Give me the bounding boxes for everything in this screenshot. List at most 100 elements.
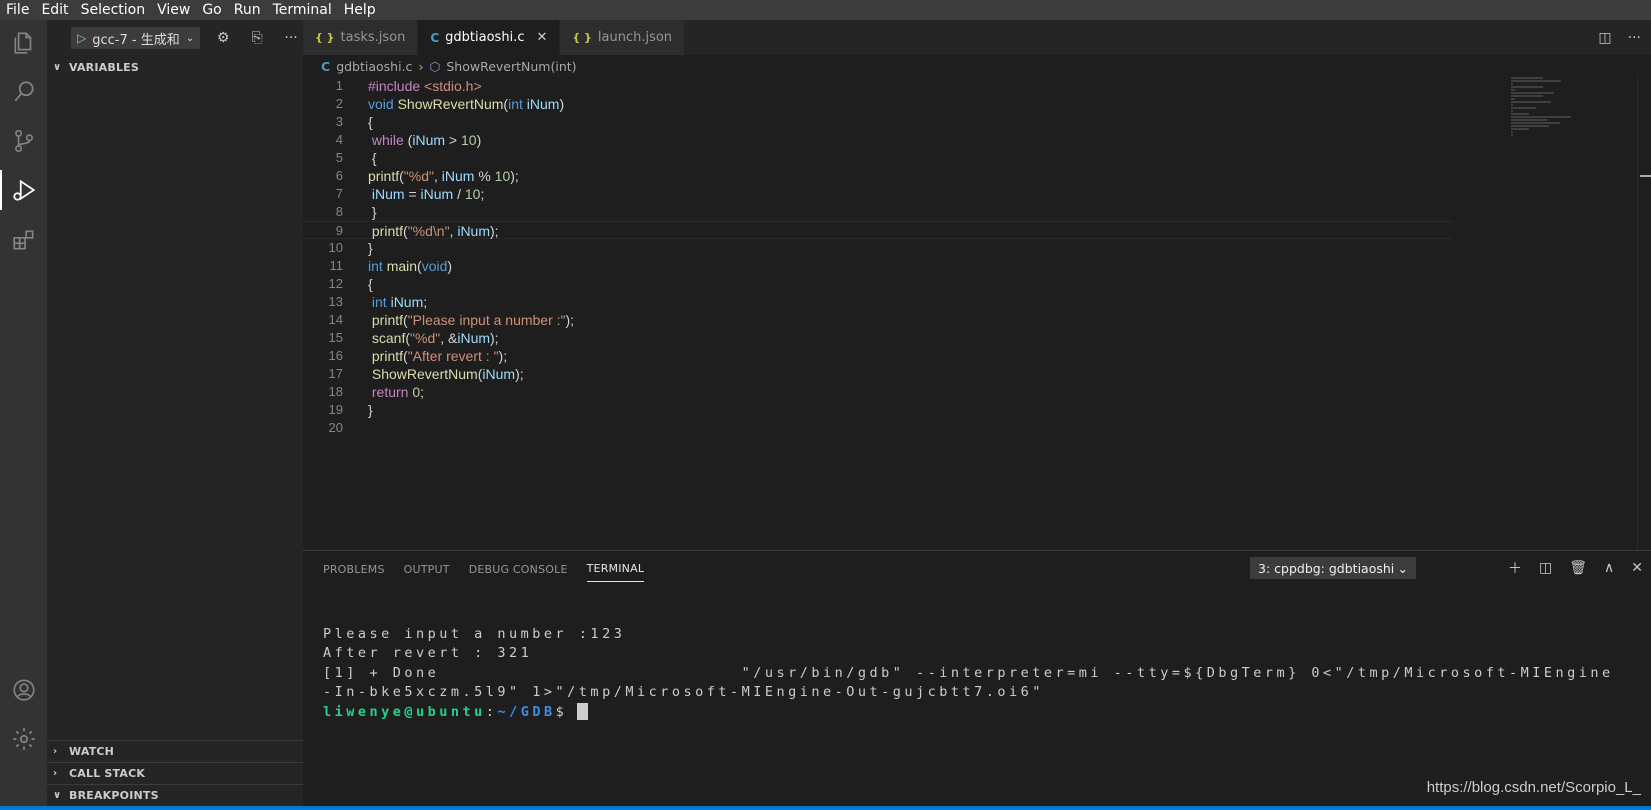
explorer-icon[interactable] <box>9 28 39 58</box>
line-number: 10 <box>328 240 343 255</box>
breakpoints-section-header[interactable]: ∨ BREAKPOINTS <box>47 784 303 806</box>
tab-gdbtiaoshi-c[interactable]: C gdbtiaoshi.c ✕ <box>418 20 561 55</box>
terminal-line: -In-bke5xczm.5l9" 1>"/tmp/Microsoft-MIEn… <box>323 684 1044 701</box>
variables-title: VARIABLES <box>69 60 139 74</box>
code-line[interactable]: 5 { <box>303 149 1453 167</box>
watermark: https://blog.csdn.net/Scorpio_L_ <box>1426 779 1641 796</box>
line-number: 9 <box>335 223 343 238</box>
status-bar <box>0 806 1651 810</box>
close-icon[interactable]: ✕ <box>536 30 547 45</box>
debug-console-icon[interactable]: ⎘ <box>246 27 268 49</box>
json-braces-icon: { } <box>572 31 592 44</box>
code-line[interactable]: 2 void ShowRevertNum(int iNum) <box>303 95 1453 113</box>
code-line-text: int main(void) <box>368 258 453 274</box>
split-terminal-icon[interactable]: ◫ <box>1539 560 1552 576</box>
terminal-select-label: 3: cppdbg: gdbtiaoshi <box>1258 560 1395 576</box>
extensions-icon[interactable] <box>9 225 39 255</box>
code-line-text: } <box>368 204 377 220</box>
close-panel-icon[interactable]: ✕ <box>1631 560 1643 576</box>
launch-config-label: gcc-7 - 生成和 <box>92 32 180 48</box>
terminal-line: Please input a number :123 <box>323 626 626 642</box>
code-line[interactable]: 1 #include <stdio.h> <box>303 77 1453 95</box>
minimap-line <box>1511 125 1549 127</box>
code-line[interactable]: 17 ShowRevertNum(iNum); <box>303 365 1453 383</box>
more-actions-icon[interactable]: ··· <box>280 27 302 49</box>
tab-label: tasks.json <box>340 30 406 45</box>
line-number: 13 <box>328 294 343 309</box>
tab-problems[interactable]: PROBLEMS <box>323 557 385 582</box>
tab-debug-console[interactable]: DEBUG CONSOLE <box>469 557 568 582</box>
code-line[interactable]: 9 printf("%d\n", iNum); <box>303 221 1453 239</box>
run-debug-icon[interactable] <box>9 175 39 205</box>
menu-terminal[interactable]: Terminal <box>267 0 338 20</box>
code-line[interactable]: 14 printf("Please input a number :"); <box>303 311 1453 329</box>
code-line-text: return 0; <box>371 384 425 400</box>
split-editor-icon[interactable]: ◫ <box>1598 30 1611 46</box>
maximize-panel-chevron-up-icon[interactable]: ∧ <box>1604 560 1614 576</box>
start-debugging-icon[interactable]: ▷ <box>77 31 86 45</box>
menu-file[interactable]: File <box>0 0 35 20</box>
code-line[interactable]: 18 return 0; <box>303 383 1453 401</box>
minimap-line <box>1511 95 1544 97</box>
code-line-text: printf("After revert : "); <box>371 348 508 364</box>
source-control-icon[interactable] <box>9 126 39 156</box>
code-line-text: printf("Please input a number :"); <box>371 312 575 328</box>
more-actions-icon[interactable]: ··· <box>1628 30 1641 46</box>
breadcrumb-symbol[interactable]: ShowRevertNum(int) <box>446 59 576 74</box>
watch-section-header[interactable]: › WATCH <box>47 740 303 762</box>
debug-toolbar: ▷ gcc-7 - 生成和 ⌄ ⚙ ⎘ ··· <box>47 20 303 56</box>
terminal-instance-select[interactable]: 3: cppdbg: gdbtiaoshi ⌄ <box>1250 557 1416 579</box>
variables-section-header[interactable]: ∨ VARIABLES <box>47 56 303 78</box>
settings-gear-icon[interactable] <box>9 724 39 754</box>
code-line[interactable]: 20 <box>303 419 1453 437</box>
prompt-path: ~/GDB <box>497 703 556 720</box>
code-line[interactable]: 6 printf("%d", iNum % 10); <box>303 167 1453 185</box>
code-line[interactable]: 3{ <box>303 113 1453 131</box>
menu-view[interactable]: View <box>151 0 196 20</box>
debug-sidebar: ▷ gcc-7 - 生成和 ⌄ ⚙ ⎘ ··· ∨ VARIABLES › WA… <box>47 20 303 806</box>
tab-terminal[interactable]: TERMINAL <box>586 556 645 582</box>
chevron-right-icon: › <box>53 768 58 779</box>
code-line[interactable]: 11 int main(void) <box>303 257 1453 275</box>
minimap-line <box>1511 113 1529 115</box>
kill-terminal-trash-icon[interactable]: 🗑 <box>1569 560 1587 576</box>
tab-tasks-json[interactable]: { } tasks.json <box>303 20 419 55</box>
code-line[interactable]: 10} <box>303 239 1453 257</box>
chevron-down-icon: ⌄ <box>1397 560 1408 576</box>
code-editor[interactable]: 1 #include <stdio.h> 2 void ShowRevertNum(i… <box>303 77 1453 437</box>
code-line[interactable]: 16 printf("After revert : "); <box>303 347 1453 365</box>
menu-go[interactable]: Go <box>196 0 227 20</box>
minimap[interactable] <box>1511 77 1631 137</box>
menu-selection[interactable]: Selection <box>75 0 152 20</box>
terminal-output[interactable]: Please input a number :123 After revert :… <box>323 625 1614 722</box>
code-line[interactable]: 19} <box>303 401 1453 419</box>
tab-output[interactable]: OUTPUT <box>404 557 450 582</box>
code-line[interactable]: 15 scanf("%d", &iNum); <box>303 329 1453 347</box>
editor-actions: ◫ ··· <box>1598 20 1641 55</box>
launch-config-select[interactable]: ▷ gcc-7 - 生成和 ⌄ <box>71 27 201 49</box>
breadcrumb-file[interactable]: gdbtiaoshi.c <box>336 59 412 74</box>
code-line-text: } <box>368 240 373 256</box>
code-line-text: } <box>368 402 373 418</box>
menu-edit[interactable]: Edit <box>35 0 74 20</box>
code-line[interactable]: 12 { <box>303 275 1453 293</box>
bottom-panel: PROBLEMS OUTPUT DEBUG CONSOLE TERMINAL 3… <box>303 550 1651 806</box>
code-line[interactable]: 8 } <box>303 203 1453 221</box>
account-icon[interactable] <box>9 675 39 705</box>
json-braces-icon: { } <box>315 31 335 44</box>
menu-run[interactable]: Run <box>228 0 267 20</box>
editor-scrollbar[interactable] <box>1637 75 1651 550</box>
tab-launch-json[interactable]: { } launch.json <box>560 20 686 55</box>
open-launch-json-gear-icon[interactable]: ⚙ <box>212 27 234 49</box>
code-line[interactable]: 13 int iNum; <box>303 293 1453 311</box>
call-stack-section-header[interactable]: › CALL STACK <box>47 762 303 784</box>
code-line-text: ShowRevertNum(iNum); <box>371 366 524 382</box>
code-line[interactable]: 4 while (iNum > 10) <box>303 131 1453 149</box>
code-line[interactable]: 7 iNum = iNum / 10; <box>303 185 1453 203</box>
search-icon[interactable] <box>9 77 39 107</box>
code-line-text: void ShowRevertNum(int iNum) <box>368 96 565 112</box>
line-number: 14 <box>328 312 343 327</box>
menu-help[interactable]: Help <box>338 0 382 20</box>
new-terminal-plus-icon[interactable]: ＋ <box>1508 558 1522 578</box>
chevron-right-icon: › <box>53 746 58 757</box>
